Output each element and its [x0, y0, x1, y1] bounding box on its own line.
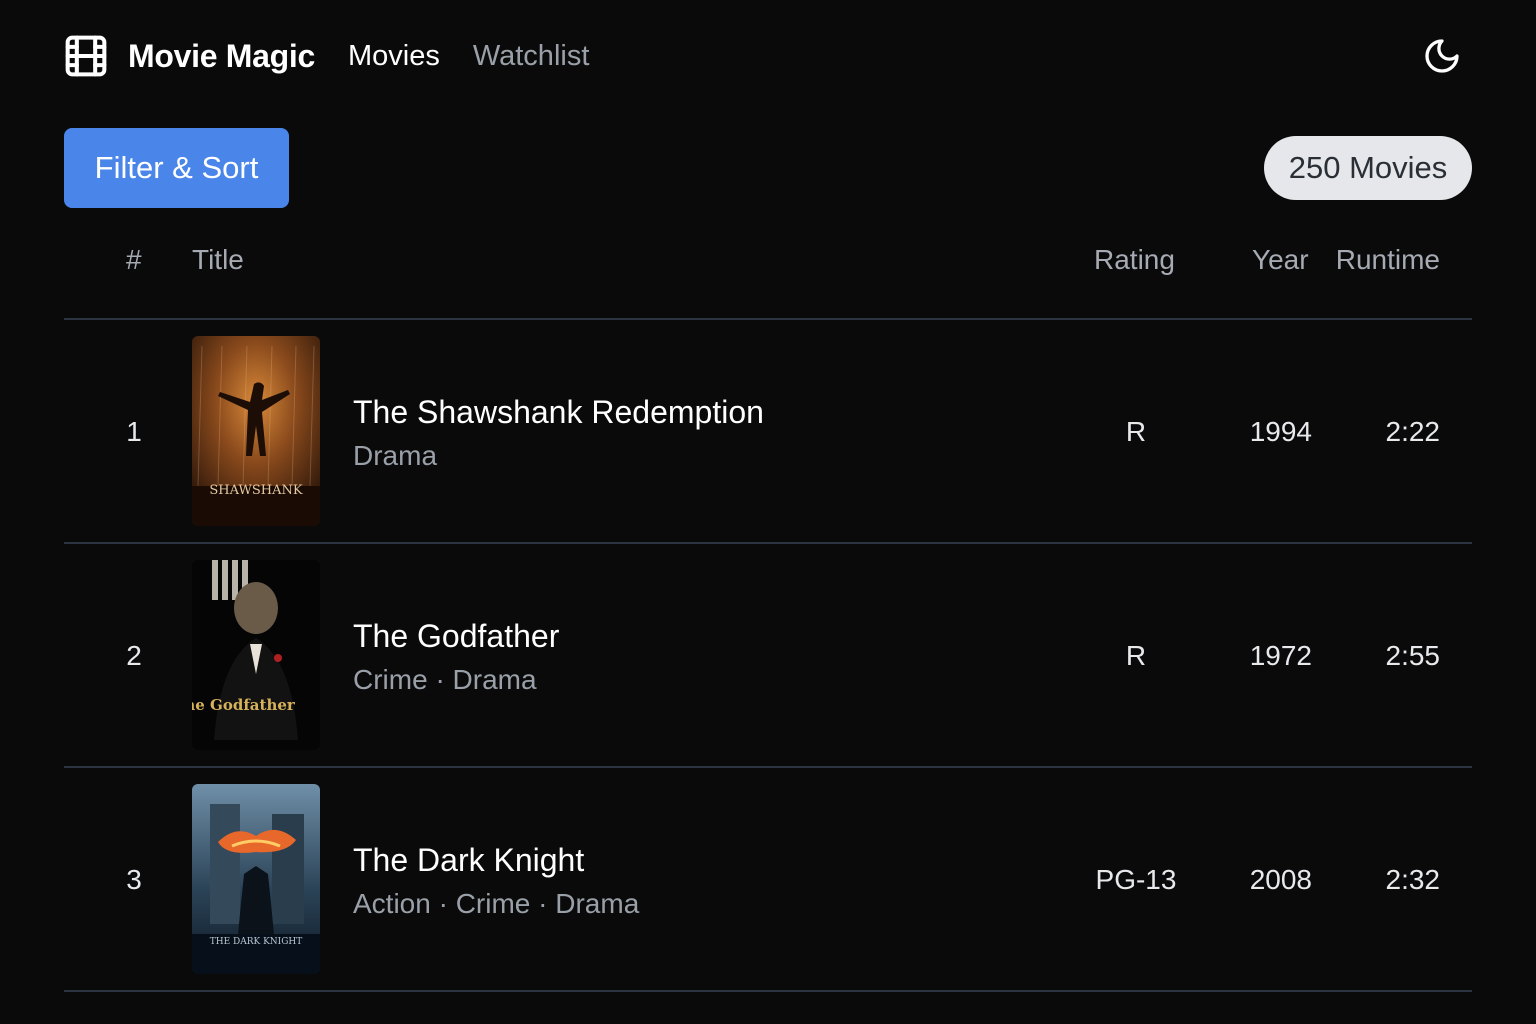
table-row[interactable]: 1 SHAWSHANK The Shawshank Redemption Dra…: [64, 320, 1472, 544]
movie-count-badge: 250 Movies: [1264, 136, 1472, 200]
column-header-number[interactable]: #: [126, 236, 142, 284]
movie-title[interactable]: The Dark Knight: [353, 842, 584, 879]
rank-cell: 2: [126, 640, 142, 671]
rank-cell: 3: [126, 864, 142, 895]
poster-title-text: The Godfather: [192, 696, 296, 714]
nav-movies[interactable]: Movies: [348, 40, 440, 73]
filter-sort-button[interactable]: Filter & Sort: [64, 128, 289, 208]
movie-title[interactable]: The Godfather: [353, 618, 559, 655]
film-icon: [65, 35, 107, 77]
rank-cell: 1: [126, 416, 142, 447]
runtime-cell: 2:55: [1385, 640, 1441, 671]
runtime-cell: 2:22: [1385, 416, 1441, 447]
brand-name: Movie Magic: [128, 37, 315, 74]
poster-title-text: SHAWSHANK: [209, 483, 302, 498]
year-cell: 1994: [1249, 416, 1312, 447]
nav-watchlist[interactable]: Watchlist: [473, 40, 590, 73]
runtime-cell: 2:32: [1385, 864, 1441, 895]
rating-cell: R: [1125, 640, 1147, 671]
top-nav: Movie Magic Movies Watchlist: [64, 32, 1472, 80]
table-header: # Title Rating Year Runtime: [64, 236, 1472, 320]
movie-poster[interactable]: SHAWSHANK: [192, 336, 320, 526]
rating-cell: R: [1125, 416, 1147, 447]
rating-cell: PG-13: [1095, 864, 1177, 895]
column-header-runtime[interactable]: Runtime: [1336, 236, 1440, 284]
moon-icon[interactable]: [1422, 36, 1462, 76]
column-header-rating[interactable]: Rating: [1094, 236, 1175, 284]
column-header-title[interactable]: Title: [192, 236, 244, 284]
app: Movie Magic Movies Watchlist Filter & So…: [0, 0, 1536, 1024]
movie-title[interactable]: The Shawshank Redemption: [353, 394, 764, 431]
year-cell: 2008: [1249, 864, 1312, 895]
column-header-year[interactable]: Year: [1252, 236, 1309, 284]
movie-genres: Crime · Drama: [353, 664, 537, 695]
movie-poster[interactable]: The Godfather: [192, 560, 320, 750]
table-row[interactable]: 3 THE DARK KNIGHT The Dark Knight Action…: [64, 768, 1472, 992]
table-row[interactable]: 2 The Godfather The Godfather Crime · Dr…: [64, 544, 1472, 768]
poster-title-text: THE DARK KNIGHT: [210, 937, 303, 947]
movie-poster[interactable]: THE DARK KNIGHT: [192, 784, 320, 974]
brand-link[interactable]: Movie Magic: [64, 34, 315, 78]
movie-genres: Action · Crime · Drama: [353, 888, 640, 919]
year-cell: 1972: [1249, 640, 1312, 671]
movie-genres: Drama: [353, 440, 438, 471]
